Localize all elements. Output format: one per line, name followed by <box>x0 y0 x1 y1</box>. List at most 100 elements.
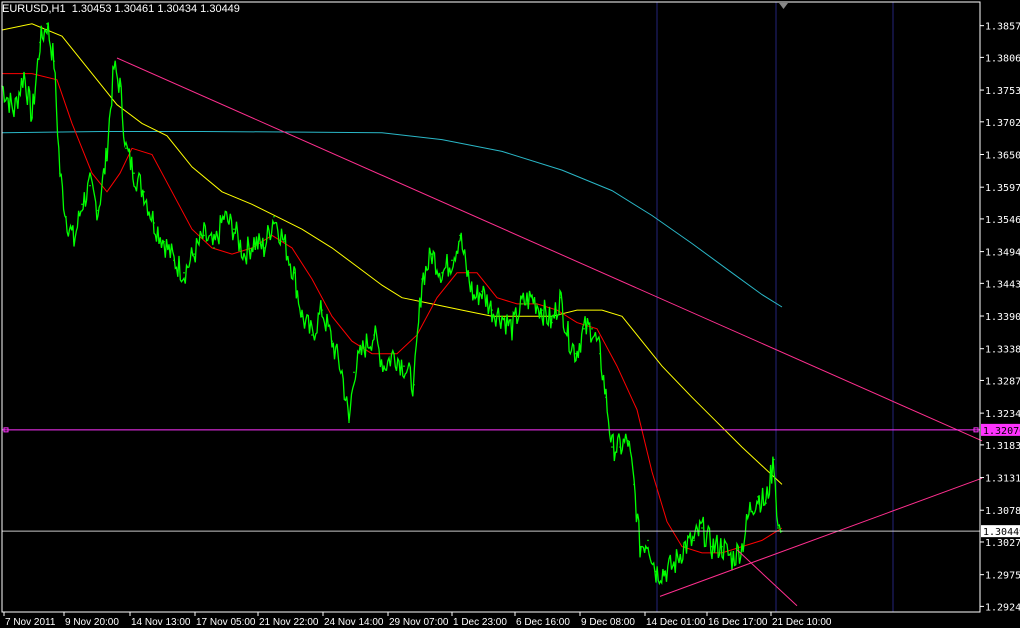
x-tick-label-6: 29 Nov 07:00 <box>389 617 449 628</box>
current-price-label: 1.30449 <box>983 527 1020 538</box>
price-chart[interactable]: 1.38570 1.38060 1.37535 1.37025 1.36500 1.359… <box>0 0 1020 628</box>
y-tick-label-15: 1.30785 <box>985 506 1020 517</box>
price-point-21 <box>173 259 175 262</box>
price-point-55 <box>491 309 493 311</box>
price-point-73 <box>639 545 641 548</box>
y-tick-label-10: 1.33380 <box>985 345 1020 356</box>
y-tick-label-16: 1.30275 <box>985 538 1020 549</box>
price-point-89 <box>777 527 779 529</box>
ma-medium-line <box>1 23 783 485</box>
x-tick-label-4: 21 Nov 22:00 <box>259 617 319 628</box>
price-point-28 <box>243 253 245 255</box>
price-point-3 <box>31 116 33 118</box>
price-point-76 <box>663 570 665 573</box>
y-tick-label-9: 1.33905 <box>985 312 1020 323</box>
price-point-85 <box>749 508 751 511</box>
price-point-88 <box>773 458 775 461</box>
price-point-79 <box>693 539 695 542</box>
price-point-7 <box>59 172 61 174</box>
x-tick-label-3: 17 Nov 05:00 <box>196 617 256 628</box>
price-point-86 <box>757 496 759 498</box>
price-point-11 <box>89 184 91 187</box>
y-tick-label-5: 1.35975 <box>985 183 1020 194</box>
price-point-26 <box>223 215 225 218</box>
price-point-43 <box>383 365 385 367</box>
price-point-87 <box>765 502 767 504</box>
price-point-84 <box>741 545 743 548</box>
price-point-60 <box>541 309 543 311</box>
price-point-75 <box>655 570 657 573</box>
price-point-16 <box>125 147 127 150</box>
price-point-51 <box>459 234 461 237</box>
price-point-57 <box>511 327 513 330</box>
price-point-14 <box>113 66 115 69</box>
price-point-48 <box>431 253 433 255</box>
price-point-20 <box>163 240 165 243</box>
price-point-15 <box>119 85 121 87</box>
y-tick-label-3: 1.37025 <box>985 118 1020 129</box>
price-point-37 <box>331 340 333 343</box>
price-point-72 <box>633 483 635 486</box>
price-point-39 <box>348 421 350 423</box>
price-point-77 <box>673 564 675 567</box>
price-point-9 <box>73 240 75 243</box>
price-point-22 <box>183 271 185 274</box>
y-tick-label-2: 1.37535 <box>985 86 1020 97</box>
price-point-71 <box>627 440 629 442</box>
price-point-81 <box>711 545 713 548</box>
price-point-29 <box>253 240 255 243</box>
price-point-67 <box>599 352 601 355</box>
price-point-33 <box>293 271 295 274</box>
price-point-59 <box>531 296 533 299</box>
price-point-24 <box>203 234 205 237</box>
price-point-2 <box>23 72 25 75</box>
x-tick-label-8: 6 Dec 16:00 <box>516 617 570 628</box>
price-point-68 <box>605 396 607 399</box>
price-point-32 <box>283 240 285 243</box>
price-point-30 <box>263 247 265 249</box>
price-point-83 <box>731 558 733 560</box>
price-point-80 <box>701 527 703 529</box>
price-point-44 <box>393 352 395 355</box>
price-point-42 <box>373 334 375 336</box>
x-tick-label-10: 14 Dec 01:00 <box>646 617 706 628</box>
price-point-78 <box>683 545 685 548</box>
price-point-10 <box>81 203 83 206</box>
x-tick-label-5: 24 Nov 14:00 <box>324 617 384 628</box>
price-point-70 <box>619 446 621 448</box>
price-point-52 <box>466 271 468 274</box>
price-point-40 <box>353 371 355 374</box>
trendline-2 <box>736 549 798 607</box>
y-tick-label-8: 1.34430 <box>985 279 1020 290</box>
price-point-13 <box>105 159 107 162</box>
y-tick-label-6: 1.35465 <box>985 215 1020 226</box>
y-tick-label-11: 1.32870 <box>985 376 1020 387</box>
shift-marker-icon <box>779 3 788 9</box>
y-tick-label-18: 1.29240 <box>985 602 1020 613</box>
ma-fast-line <box>2 73 783 554</box>
price-point-1 <box>13 110 15 112</box>
price-point-82 <box>721 545 723 548</box>
price-point-38 <box>341 371 343 374</box>
x-tick-label-12: 21 Dec 10:00 <box>772 617 832 628</box>
price-point-17 <box>133 172 135 174</box>
x-tick-label-2: 14 Nov 13:00 <box>131 617 191 628</box>
price-point-36 <box>321 309 323 311</box>
x-tick-label-9: 9 Dec 08:00 <box>581 617 635 628</box>
y-tick-label-4: 1.36500 <box>985 151 1020 162</box>
y-tick-label-12: 1.32345 <box>985 409 1020 420</box>
y-tick-label-0: 1.38570 <box>985 22 1020 33</box>
price-point-4 <box>39 41 41 44</box>
x-tick-label-7: 1 Dec 23:00 <box>453 617 507 628</box>
price-point-61 <box>551 321 553 324</box>
price-point-56 <box>501 315 503 318</box>
hline-price-label: 1.32076 <box>983 426 1020 437</box>
price-point-25 <box>213 247 215 249</box>
price-point-74 <box>647 539 649 542</box>
price-point-45 <box>403 365 405 367</box>
price-point-35 <box>311 334 313 336</box>
y-tick-label-13: 1.31835 <box>985 441 1020 452</box>
price-point-31 <box>273 215 275 218</box>
y-tick-label-1: 1.38060 <box>985 53 1020 64</box>
price-point-66 <box>591 327 593 330</box>
